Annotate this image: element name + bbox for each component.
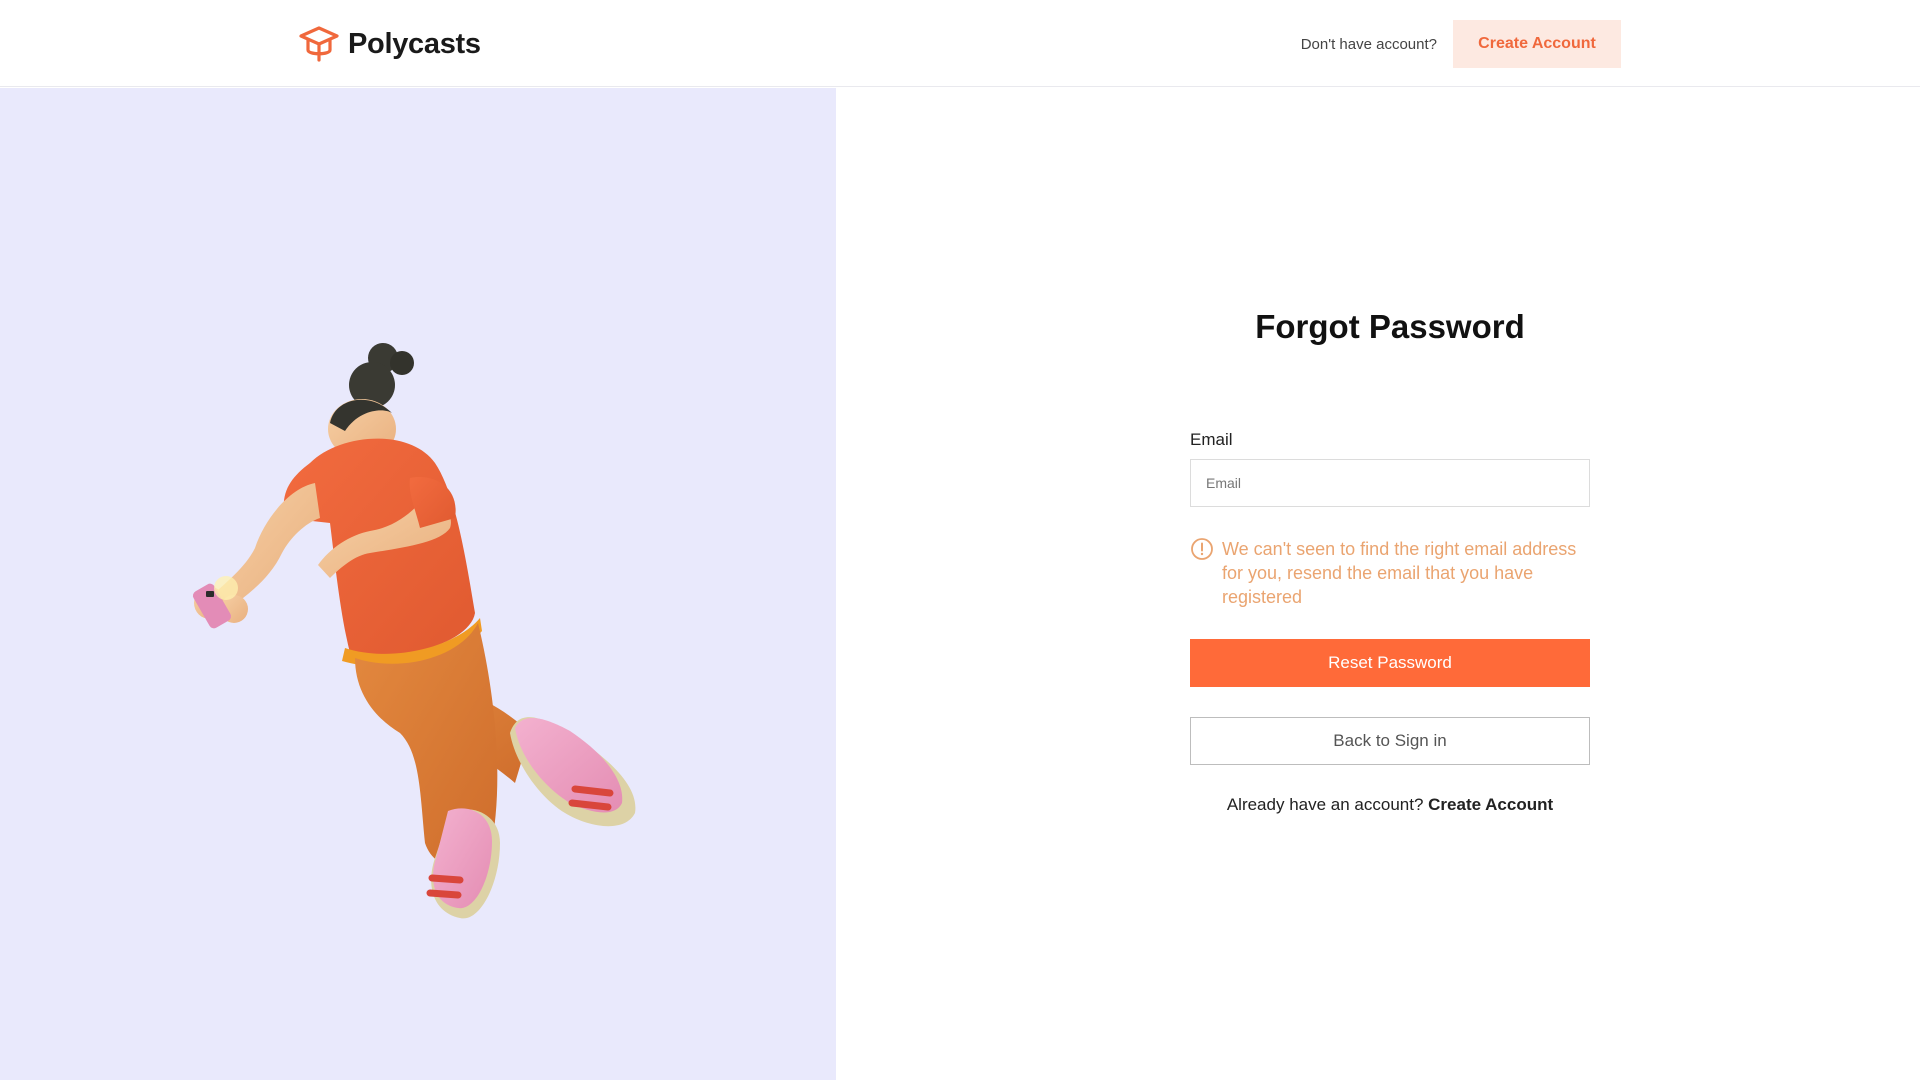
email-field[interactable] bbox=[1190, 459, 1590, 507]
illustration-panel bbox=[0, 88, 836, 1080]
footer-prompt: Already have an account? Create Account bbox=[1190, 795, 1590, 815]
alert-circle-icon bbox=[1191, 538, 1213, 560]
header-actions: Don't have account? Create Account bbox=[1301, 20, 1621, 68]
error-text: We can't seen to find the right email ad… bbox=[1222, 539, 1577, 607]
person-with-phone-illustration bbox=[192, 343, 636, 919]
create-account-link[interactable]: Create Account bbox=[1428, 795, 1553, 814]
brand[interactable]: Polycasts bbox=[298, 24, 481, 64]
already-have-account-text: Already have an account? bbox=[1226, 795, 1429, 814]
brand-name: Polycasts bbox=[348, 27, 481, 60]
top-header: Polycasts Don't have account? Create Acc… bbox=[0, 0, 1920, 87]
graduation-cap-icon bbox=[299, 26, 339, 62]
create-account-button[interactable]: Create Account bbox=[1453, 20, 1621, 68]
no-account-prompt: Don't have account? bbox=[1300, 35, 1437, 53]
email-label: Email bbox=[1190, 430, 1233, 449]
back-to-sign-in-button[interactable]: Back to Sign in bbox=[1190, 717, 1590, 765]
reset-password-button[interactable]: Reset Password bbox=[1190, 639, 1590, 687]
page-title: Forgot Password bbox=[1255, 308, 1525, 345]
error-message: We can't seen to find the right email ad… bbox=[1190, 537, 1590, 609]
